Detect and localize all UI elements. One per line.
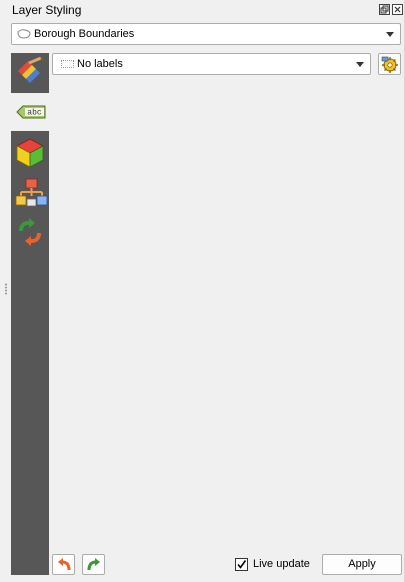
- chevron-down-icon: [386, 32, 394, 37]
- sidebar-item-labels[interactable]: abc: [11, 93, 51, 131]
- layer-styling-panel: [0, 0, 405, 582]
- sidebar-item-symbology[interactable]: [11, 53, 49, 91]
- cube-3d-icon: [16, 138, 44, 168]
- diagram-icon: [15, 178, 47, 207]
- labels-abc-text: abc: [27, 109, 42, 118]
- no-labels-icon: [61, 60, 74, 68]
- undo-button[interactable]: [52, 554, 75, 575]
- labels-abc-icon: abc: [16, 105, 46, 119]
- panel-titlebar: Layer Styling: [0, 0, 405, 20]
- sidebar-item-3d-view[interactable]: [11, 133, 49, 171]
- rule-based-labels-button[interactable]: [378, 53, 401, 75]
- close-icon[interactable]: [392, 4, 403, 15]
- live-update-checkbox[interactable]: [235, 558, 248, 571]
- labels-mode-combo[interactable]: No labels: [52, 53, 371, 75]
- styling-sidebar: abc: [11, 53, 51, 575]
- live-update-label[interactable]: Live update: [253, 558, 310, 570]
- history-icon: [19, 218, 41, 246]
- labels-mode-value: No labels: [77, 58, 123, 70]
- undo-icon: [58, 558, 71, 571]
- checkmark-icon: [237, 560, 247, 569]
- float-icon[interactable]: [379, 4, 390, 15]
- redo-button[interactable]: [82, 554, 105, 575]
- apply-button[interactable]: Apply: [322, 554, 402, 575]
- chevron-down-icon: [356, 62, 364, 67]
- splitter-handle[interactable]: [5, 283, 7, 295]
- paintbrush-icon: [18, 57, 44, 83]
- sidebar-item-diagrams[interactable]: [11, 173, 49, 211]
- redo-icon: [87, 558, 100, 571]
- rule-based-labels-icon: [381, 56, 398, 73]
- layer-selector-value: Borough Boundaries: [34, 28, 135, 40]
- sidebar-item-history[interactable]: [11, 213, 49, 251]
- layer-selector-combo[interactable]: Borough Boundaries: [11, 23, 401, 45]
- polygon-layer-icon: [17, 29, 31, 42]
- panel-title: Layer Styling: [12, 3, 82, 17]
